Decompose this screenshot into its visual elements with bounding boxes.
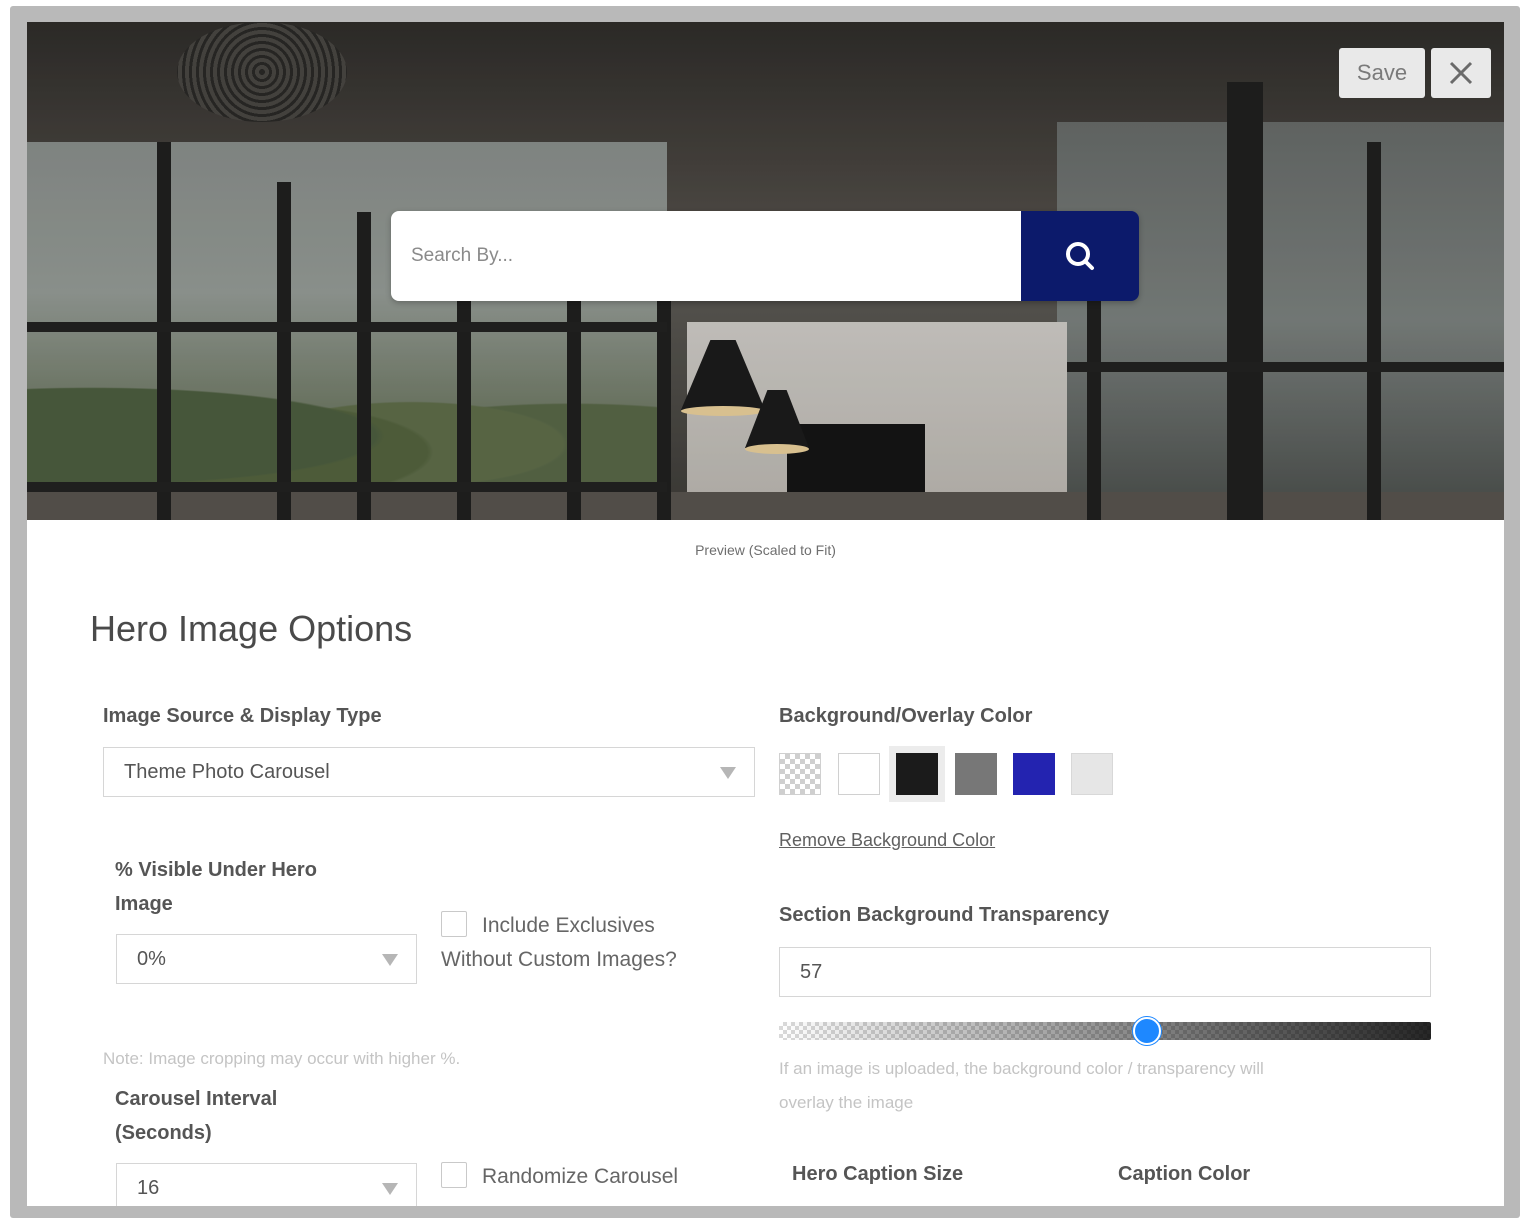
carousel-interval-label-cont: (Seconds) [115,1122,212,1144]
randomize-carousel-checkbox[interactable] [441,1162,467,1188]
transparency-slider[interactable] [779,1017,1431,1045]
include-exclusives-label-cont: Without Custom Images? [441,948,677,971]
color-swatch-transparent[interactable] [779,753,821,795]
hero-caption-size-label: Hero Caption Size [792,1163,964,1185]
visible-under-hero-value: 0% [137,947,166,970]
carousel-interval-label: Carousel Interval [115,1088,278,1110]
section-title: Hero Image Options [90,608,413,649]
visible-under-hero-select[interactable]: 0% [116,934,417,984]
transparency-note-cont: overlay the image [779,1093,914,1112]
color-swatch-light-gray[interactable] [1071,753,1113,795]
randomize-carousel-label: Randomize Carousel [482,1165,679,1188]
chevron-down-icon [382,954,398,966]
image-source-label: Image Source & Display Type [103,705,382,727]
preview-caption: Preview (Scaled to Fit) [695,542,836,558]
transparency-slider-thumb[interactable] [1133,1017,1162,1045]
hero-search-bar [391,211,1139,301]
visible-under-hero-label-cont: Image [115,893,173,915]
visible-under-hero-note: Note: Image cropping may occur with high… [103,1049,461,1068]
chevron-down-icon [382,1183,398,1195]
caption-color-label: Caption Color [1118,1163,1251,1185]
carousel-interval-value: 16 [137,1176,160,1199]
search-icon [1066,242,1094,270]
close-icon [1449,61,1473,85]
close-button[interactable] [1431,48,1491,98]
hero-preview: Save [27,22,1504,520]
color-swatch-gray[interactable] [955,753,997,795]
chevron-down-icon [720,767,736,779]
include-exclusives-label: Include Exclusives [482,914,655,937]
image-source-value: Theme Photo Carousel [124,760,330,783]
remove-background-color-link[interactable]: Remove Background Color [779,830,995,851]
transparency-label: Section Background Transparency [779,904,1110,926]
color-swatch-blue[interactable] [1013,753,1055,795]
background-color-label: Background/Overlay Color [779,705,1033,727]
search-button[interactable] [1021,211,1139,301]
color-swatch-black[interactable] [896,753,938,795]
visible-under-hero-label: % Visible Under Hero [115,859,317,881]
include-exclusives-checkbox[interactable] [441,911,467,937]
transparency-input[interactable] [779,947,1431,997]
carousel-interval-select[interactable]: 16 [116,1163,417,1206]
color-swatch-white[interactable] [838,753,880,795]
save-button[interactable]: Save [1339,48,1425,98]
image-source-select[interactable]: Theme Photo Carousel [103,747,755,797]
hero-editor-modal: Save Preview (Scaled to Fit) Hero Image … [27,22,1504,1206]
transparency-note: If an image is uploaded, the background … [779,1059,1264,1078]
hero-search-input[interactable] [391,211,1021,301]
